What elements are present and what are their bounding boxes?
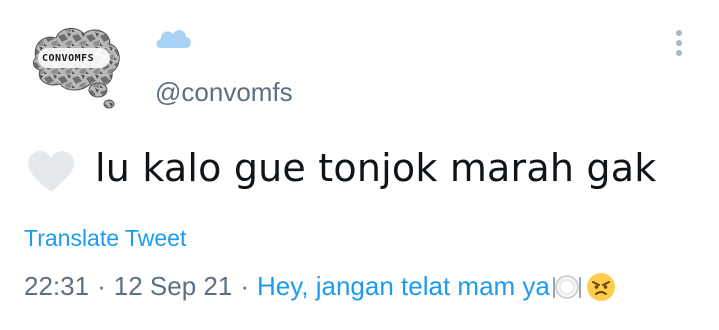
tweet-time[interactable]: 22:31 — [24, 271, 89, 302]
cloud-icon — [155, 26, 193, 52]
more-options-icon[interactable] — [672, 30, 686, 60]
angry-face-icon — [586, 272, 615, 301]
tweet-source-link[interactable]: Hey, jangan telat mam ya — [257, 271, 550, 302]
avatar-cloud-icon — [32, 28, 120, 109]
tweet-date[interactable]: 12 Sep 21 — [114, 271, 233, 302]
fork-knife-plate-icon — [552, 274, 581, 299]
avatar-text: CONVOMFS — [42, 53, 95, 64]
meta-separator: · — [240, 271, 249, 301]
white-heart-icon — [26, 150, 76, 194]
meta-separator: · — [97, 271, 106, 301]
tweet-card: CONVOMFS @convomfs lu kalo gue tonjok ma… — [0, 0, 719, 330]
tweet-meta: 22:31 · 12 Sep 21 · Hey, jangan telat ma… — [24, 271, 616, 302]
translate-tweet-link[interactable]: Translate Tweet — [24, 225, 186, 252]
author-handle[interactable]: @convomfs — [155, 77, 293, 108]
tweet-text: lu kalo gue tonjok marah gak — [95, 146, 657, 190]
avatar[interactable]: CONVOMFS — [30, 18, 125, 110]
